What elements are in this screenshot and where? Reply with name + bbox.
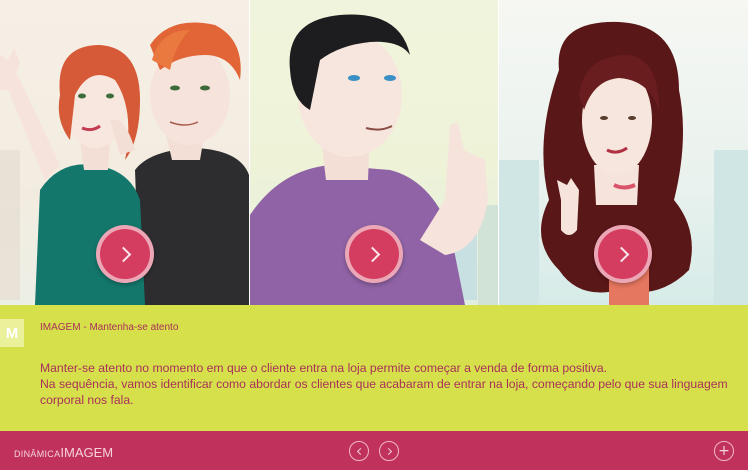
- plus-icon: +: [718, 443, 730, 459]
- paragraph-2: Na sequência, vamos identificar como abo…: [40, 377, 728, 407]
- footer-label-big: IMAGEM: [60, 445, 114, 460]
- info-panel: M IMAGEM - Mantenha-se atento Manter-se …: [0, 305, 748, 431]
- panel-woman: [499, 0, 748, 305]
- panel-man: [250, 0, 498, 305]
- chevron-right-icon: [613, 246, 629, 262]
- chevron-right-icon: [384, 447, 392, 455]
- footer-label-small: DINÂMICA: [14, 449, 61, 459]
- play-button-woman[interactable]: [594, 225, 652, 283]
- character-scene: [0, 0, 748, 305]
- chevron-right-icon: [364, 246, 380, 262]
- next-button[interactable]: [379, 441, 399, 461]
- module-badge: M: [0, 319, 24, 347]
- paragraph-1: Manter-se atento no momento em que o cli…: [40, 361, 608, 375]
- more-button[interactable]: +: [714, 441, 734, 461]
- prev-button[interactable]: [349, 441, 369, 461]
- chevron-right-icon: [115, 246, 131, 262]
- play-button-couple[interactable]: [96, 225, 154, 283]
- section-title: IMAGEM - Mantenha-se atento: [40, 322, 179, 333]
- chevron-left-icon: [356, 447, 364, 455]
- play-button-man[interactable]: [345, 225, 403, 283]
- footer-bar: DINÂMICAIMAGEM +: [0, 431, 748, 470]
- footer-label: DINÂMICAIMAGEM: [14, 444, 113, 462]
- description-text: Manter-se atento no momento em que o cli…: [40, 360, 730, 408]
- panel-couple: [0, 0, 249, 305]
